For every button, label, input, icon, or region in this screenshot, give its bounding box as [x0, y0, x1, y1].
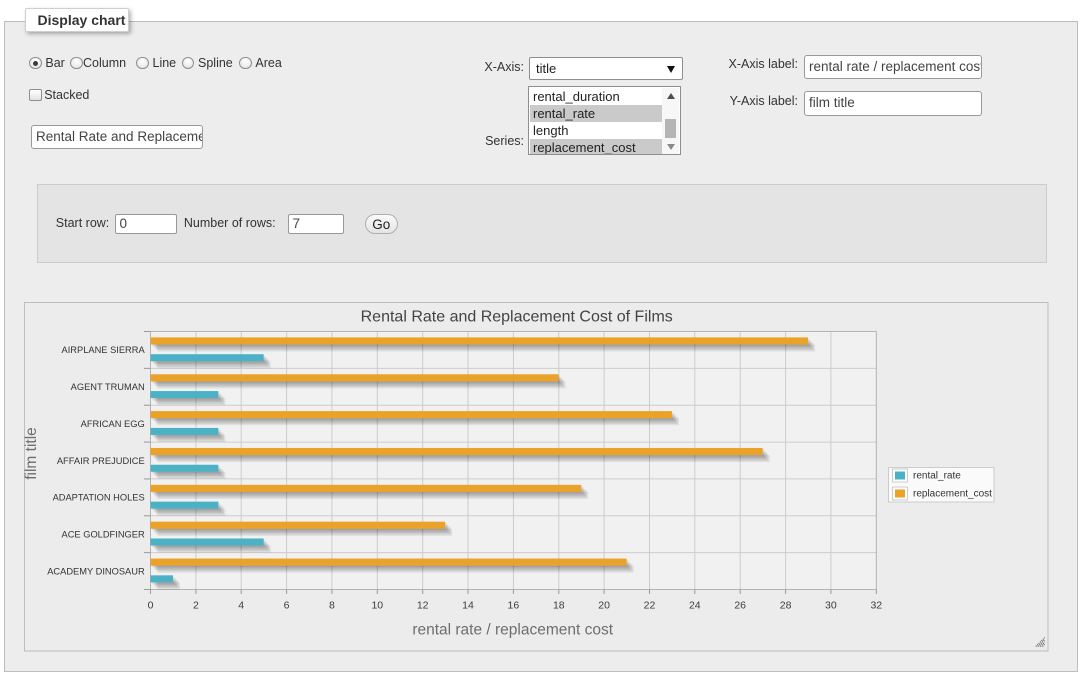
svg-text:rental rate / replacement cost: rental rate / replacement cost	[412, 622, 613, 639]
svg-text:ACE GOLDFINGER: ACE GOLDFINGER	[62, 530, 145, 540]
svg-text:14: 14	[462, 600, 474, 612]
svg-text:18: 18	[553, 600, 565, 612]
svg-text:8: 8	[329, 600, 335, 612]
svg-text:2: 2	[193, 600, 199, 612]
svg-text:rental_rate: rental_rate	[913, 471, 961, 482]
svg-text:32: 32	[870, 600, 882, 612]
svg-text:22: 22	[644, 600, 656, 612]
svg-text:20: 20	[598, 600, 610, 612]
svg-text:Rental Rate and Replacement Co: Rental Rate and Replacement Cost of Film…	[361, 309, 673, 326]
svg-text:28: 28	[780, 600, 792, 612]
svg-text:24: 24	[689, 600, 701, 612]
svg-text:ADAPTATION HOLES: ADAPTATION HOLES	[53, 493, 145, 503]
svg-text:12: 12	[417, 600, 429, 612]
svg-text:AGENT TRUMAN: AGENT TRUMAN	[71, 382, 145, 392]
svg-text:AFFAIR PREJUDICE: AFFAIR PREJUDICE	[57, 456, 145, 466]
svg-text:16: 16	[508, 600, 520, 612]
svg-text:replacement_cost: replacement_cost	[913, 489, 992, 500]
svg-text:6: 6	[284, 600, 290, 612]
svg-text:10: 10	[371, 600, 383, 612]
svg-text:26: 26	[734, 600, 746, 612]
svg-text:AFRICAN EGG: AFRICAN EGG	[81, 419, 145, 429]
svg-text:30: 30	[825, 600, 837, 612]
svg-text:film title: film title	[24, 427, 40, 480]
svg-text:ACADEMY DINOSAUR: ACADEMY DINOSAUR	[47, 566, 145, 576]
svg-text:AIRPLANE SIERRA: AIRPLANE SIERRA	[62, 345, 146, 355]
svg-text:0: 0	[148, 600, 154, 612]
svg-text:4: 4	[238, 600, 244, 612]
